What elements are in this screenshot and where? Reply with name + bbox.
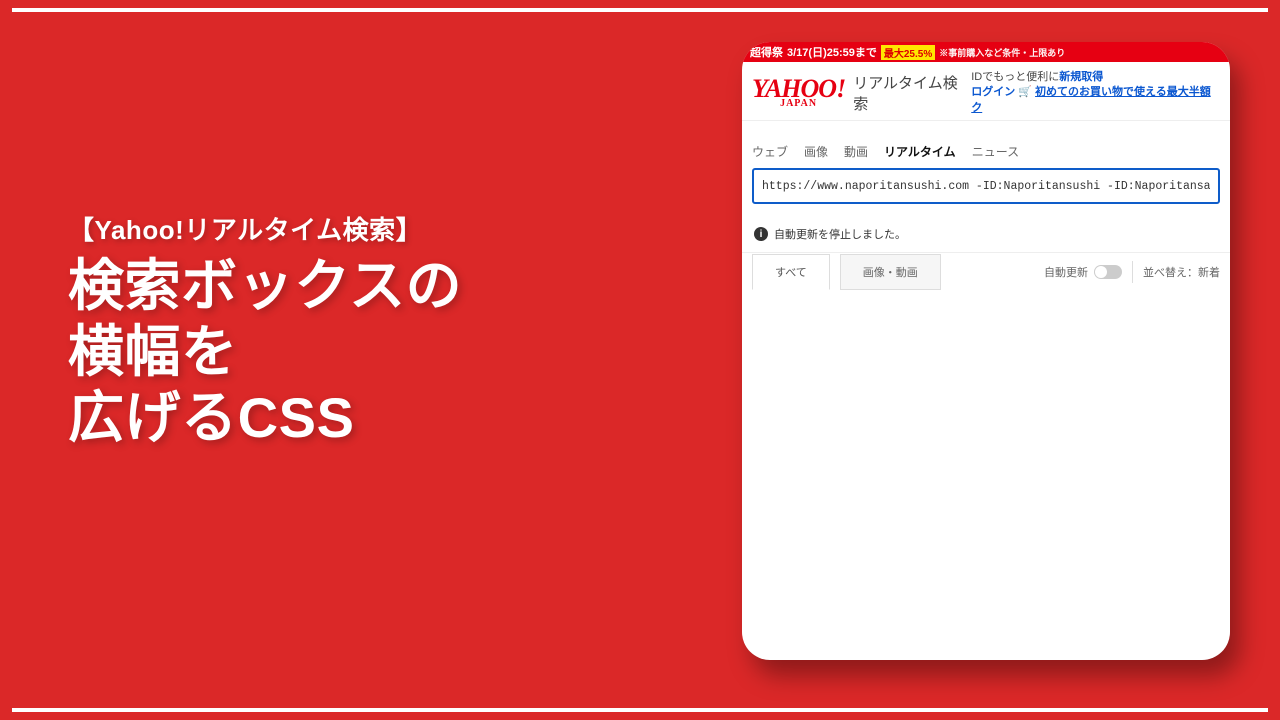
promo-badge-value: 25.5% [904, 49, 932, 60]
signup-prefix: IDでもっと便利に [971, 71, 1059, 83]
nav-tabs: ウェブ 画像 動画 リアルタイム ニュース [742, 121, 1230, 168]
auto-update-group: 自動更新 [1044, 264, 1122, 280]
status-row: i 自動更新を停止しました。 [742, 216, 1230, 253]
search-input[interactable] [762, 180, 1210, 193]
site-header: YAHOO! JAPAN リアルタイム検索 IDでもっと便利に新規取得 ログイン… [742, 62, 1230, 121]
yahoo-logo: YAHOO! JAPAN [752, 78, 845, 109]
headline-subtitle: 【Yahoo!リアルタイム検索】 [68, 210, 462, 247]
info-icon: i [754, 227, 768, 241]
signup-link[interactable]: 新規取得 [1059, 71, 1103, 83]
cart-icon[interactable]: 🛒 [1018, 86, 1032, 98]
headline-line-1: 検索ボックスの [68, 253, 462, 319]
header-signup-line: IDでもっと便利に新規取得 [971, 70, 1220, 85]
page-bottom-border [12, 708, 1268, 712]
promo-banner[interactable]: 超得祭 3/17(日)25:59まで 最大25.5% ※事前購入など条件・上限あ… [742, 42, 1230, 62]
logo-sub: JAPAN [780, 100, 817, 109]
tab-realtime[interactable]: リアルタイム [884, 143, 956, 160]
search-box[interactable] [752, 168, 1220, 204]
promo-badge: 最大25.5% [881, 45, 935, 60]
auto-update-toggle[interactable] [1094, 265, 1122, 279]
promo-prefix: 超得祭 [750, 44, 783, 60]
headline-block: 【Yahoo!リアルタイム検索】 検索ボックスの 横幅を 広げるCSS [68, 210, 462, 451]
filter-tab-all[interactable]: すべて [752, 254, 830, 290]
header-login-line: ログイン 🛒 初めてのお買い物で使える最大半額ク [971, 85, 1220, 116]
filter-row: すべて 画像・動画 自動更新 並べ替え：新着 [742, 253, 1230, 291]
header-right: IDでもっと便利に新規取得 ログイン 🛒 初めてのお買い物で使える最大半額ク [971, 70, 1220, 116]
filter-divider [1132, 261, 1133, 283]
tab-news[interactable]: ニュース [972, 143, 1019, 160]
filter-tab-media[interactable]: 画像・動画 [840, 254, 941, 290]
headline-line-3: 広げるCSS [68, 385, 462, 451]
login-link[interactable]: ログイン [971, 86, 1015, 98]
page-top-border [12, 8, 1268, 12]
tab-video[interactable]: 動画 [844, 143, 868, 160]
promo-note: ※事前購入など条件・上限あり [939, 46, 1065, 59]
promo-badge-prefix: 最大 [884, 49, 904, 60]
status-text: 自動更新を停止しました。 [774, 226, 906, 242]
logo-main: YAHOO! [752, 78, 845, 100]
auto-update-label: 自動更新 [1044, 264, 1088, 280]
screenshot-card: 超得祭 3/17(日)25:59まで 最大25.5% ※事前購入など条件・上限あ… [742, 42, 1230, 660]
tab-image[interactable]: 画像 [804, 143, 828, 160]
sort-label[interactable]: 並べ替え：新着 [1143, 264, 1220, 280]
tab-web[interactable]: ウェブ [752, 143, 788, 160]
promo-date: 3/17(日)25:59まで [787, 44, 877, 60]
realtime-label: リアルタイム検索 [853, 72, 971, 114]
headline-line-2: 横幅を [68, 319, 462, 385]
logo-block[interactable]: YAHOO! JAPAN リアルタイム検索 [752, 70, 971, 116]
